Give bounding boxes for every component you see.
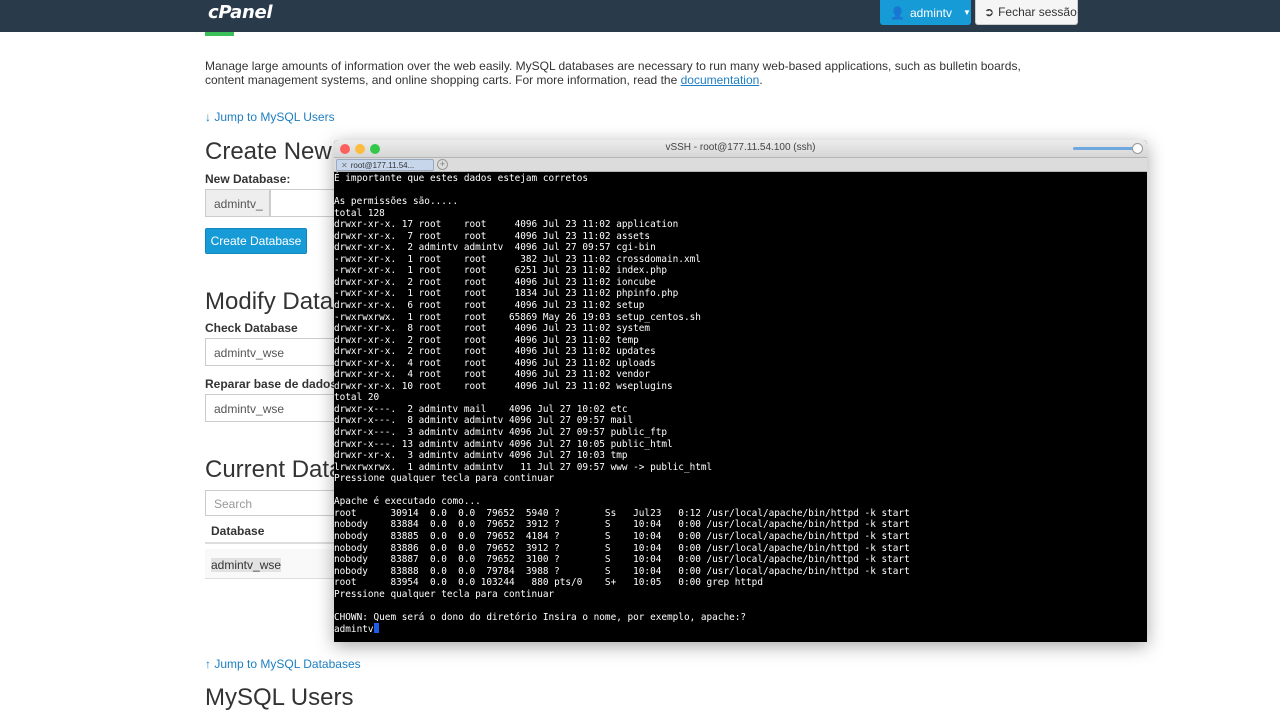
logout-icon: ➲ (984, 5, 995, 19)
terminal-line: drwxr-xr-x. 10 root root 4096 Jul 23 11:… (334, 380, 673, 392)
terminal-line: drwxr-xr-x. 7 root root 4096 Jul 23 11:0… (334, 230, 651, 242)
window-title: vSSH - root@177.11.54.100 (ssh) (665, 142, 816, 153)
logout-button[interactable]: ➲ Fechar sessão (975, 0, 1078, 25)
create-database-button[interactable]: Create Database (205, 228, 307, 254)
terminal-line: total 128 (334, 207, 385, 219)
terminal-output[interactable]: É importante que estes dados estejam cor… (334, 173, 1147, 642)
terminal-line: -rwxr-xr-x. 1 root root 6251 Jul 23 11:0… (334, 265, 668, 277)
repair-db-select[interactable]: admintv_wse (205, 394, 340, 422)
new-db-input[interactable] (270, 189, 340, 217)
table-row: admintv_wse (205, 549, 340, 579)
jump-to-users-link[interactable]: ↓ Jump to MySQL Users (205, 110, 335, 124)
tab-label: root@177.11.54... (350, 160, 415, 170)
user-icon: 👤 (890, 5, 905, 20)
check-db-select[interactable]: admintv_wse (205, 338, 340, 366)
repair-db-label: Reparar base de dados (205, 377, 338, 391)
user-menu-button[interactable]: 👤 admintv ▼ (880, 0, 971, 25)
terminal-line: root 83954 0.0 0.0 103244 880 pts/0 S+ 1… (334, 577, 763, 589)
tab-ssh-session[interactable]: ✕ root@177.11.54... (336, 159, 434, 171)
terminal-line: drwxr-xr-x. 8 root root 4096 Jul 23 11:0… (334, 323, 651, 335)
db-name-cell: admintv_wse (211, 558, 282, 572)
terminal-text: É importante que estes dados estejam cor… (334, 173, 1147, 636)
terminal-line: nobody 83885 0.0 0.0 79652 4184 ? S 10:0… (334, 530, 910, 542)
terminal-line: Apache é executado como... (334, 496, 481, 508)
terminal-line: drwxr-xr-x. 4 root root 4096 Jul 23 11:0… (334, 357, 656, 369)
terminal-line: As permissões são..... (334, 196, 459, 208)
modify-db-heading: Modify Data (205, 288, 334, 315)
mysql-users-heading: MySQL Users (205, 684, 354, 711)
jump-to-databases-link[interactable]: ↑ Jump to MySQL Databases (205, 657, 361, 671)
terminal-line: É importante que estes dados estejam cor… (334, 173, 588, 184)
check-db-label: Check Database (205, 321, 298, 335)
terminal-line: drwxr-xr-x. 2 root root 4096 Jul 23 11:0… (334, 346, 656, 358)
terminal-line: drwxr-xr-x. 4 root root 4096 Jul 23 11:0… (334, 369, 651, 381)
terminal-line: Pressione qualquer tecla para continuar (334, 473, 555, 485)
terminal-line: nobody 83884 0.0 0.0 79652 3912 ? S 10:0… (334, 519, 910, 531)
window-titlebar[interactable]: vSSH - root@177.11.54.100 (ssh) (334, 140, 1147, 158)
db-search-input[interactable]: Search (205, 490, 340, 516)
terminal-line: CHOWN: Quem será o dono do diretório Ins… (334, 611, 747, 623)
add-tab-icon[interactable]: + (437, 159, 448, 170)
terminal-line: drwxr-xr-x. 2 root root 4096 Jul 23 11:0… (334, 276, 656, 288)
caret-down-icon: ▼ (962, 8, 971, 17)
db-prefix: admintv_ (205, 189, 270, 217)
terminal-line: drwxr-xr-x. 2 root root 4096 Jul 23 11:0… (334, 334, 639, 346)
close-tab-icon[interactable]: ✕ (341, 161, 348, 170)
terminal-cursor (373, 623, 379, 634)
opacity-slider-track[interactable] (1073, 147, 1135, 150)
terminal-tabbar: ✕ root@177.11.54... + (334, 158, 1147, 172)
logout-label: Fechar sessão (998, 5, 1077, 19)
terminal-line: nobody 83887 0.0 0.0 79652 3100 ? S 10:0… (334, 554, 910, 566)
terminal-line: drwxr-xr-x. 17 root root 4096 Jul 23 11:… (334, 219, 679, 231)
opacity-slider-knob[interactable] (1132, 143, 1143, 154)
terminal-line: drwxr-x---. 8 admintv admintv 4096 Jul 2… (334, 415, 634, 427)
terminal-line: -rwxrwxrwx. 1 root root 65869 May 26 19:… (334, 311, 701, 323)
intro-paragraph: Manage large amounts of information over… (205, 59, 1035, 87)
terminal-line: nobody 83886 0.0 0.0 79652 3912 ? S 10:0… (334, 542, 910, 554)
terminal-line: drwxr-xr-x. 3 admintv admintv 4096 Jul 2… (334, 450, 628, 462)
page-accent-bar (205, 32, 234, 36)
user-label: admintv (909, 5, 952, 20)
db-table-header[interactable]: Database (205, 518, 340, 544)
cpanel-logo[interactable]: cPanel (208, 2, 273, 23)
terminal-input-line[interactable]: admintv (334, 624, 374, 635)
terminal-line: -rwxr-xr-x. 1 root root 1834 Jul 23 11:0… (334, 288, 679, 300)
intro-end: . (759, 73, 763, 87)
terminal-line: root 30914 0.0 0.0 79652 5940 ? Ss Jul23… (334, 507, 910, 519)
vssh-terminal-window[interactable]: vSSH - root@177.11.54.100 (ssh) ✕ root@1… (334, 140, 1147, 642)
documentation-link[interactable]: documentation (681, 73, 760, 87)
terminal-line: drwxr-xr-x. 2 admintv admintv 4096 Jul 2… (334, 242, 656, 254)
current-db-heading: Current Data (205, 456, 343, 483)
terminal-line: total 20 (334, 392, 380, 404)
terminal-line: nobody 83888 0.0 0.0 79784 3988 ? S 10:0… (334, 565, 910, 577)
terminal-line: drwxr-x---. 13 admintv admintv 4096 Jul … (334, 438, 673, 450)
terminal-line: -rwxr-xr-x. 1 root root 382 Jul 23 11:02… (334, 253, 701, 265)
terminal-line: drwxr-x---. 3 admintv admintv 4096 Jul 2… (334, 427, 668, 439)
terminal-line: Pressione qualquer tecla para continuar (334, 588, 555, 600)
new-db-label: New Database: (205, 172, 291, 186)
create-db-heading: Create New (205, 138, 332, 165)
terminal-line: drwxr-x---. 2 admintv mail 4096 Jul 27 1… (334, 403, 628, 415)
intro-text: Manage large amounts of information over… (205, 59, 1021, 87)
top-navbar: cPanel 👤 admintv ▼ ➲ Fechar sessão (0, 0, 1280, 32)
terminal-line: drwxr-xr-x. 6 root root 4096 Jul 23 11:0… (334, 300, 645, 312)
terminal-line: lrwxrwxrwx. 1 admintv admintv 11 Jul 27 … (334, 461, 713, 473)
